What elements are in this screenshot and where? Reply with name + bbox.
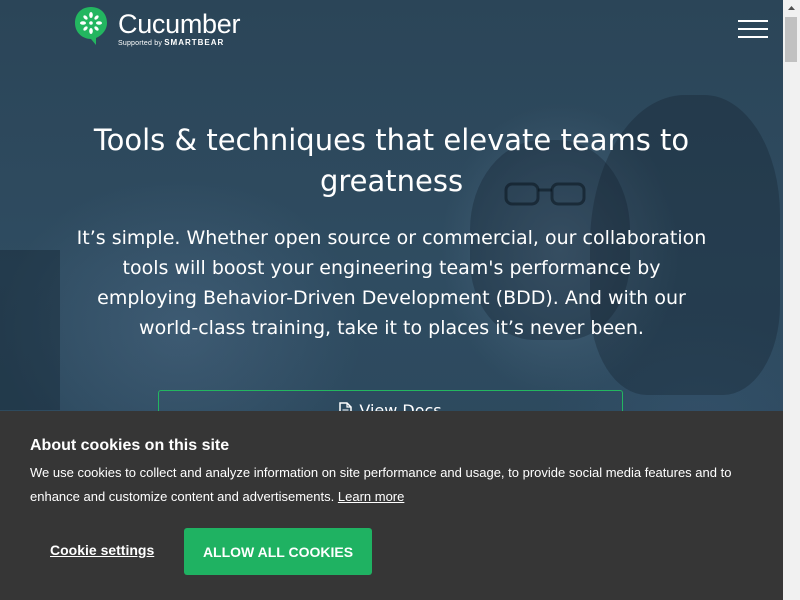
learn-more-link[interactable]: Learn more bbox=[338, 489, 404, 504]
logo-wordmark: Cucumber Supported by SMARTBEAR bbox=[118, 6, 240, 47]
allow-all-cookies-button[interactable]: ALLOW ALL COOKIES bbox=[184, 528, 372, 575]
cookie-settings-link[interactable]: Cookie settings bbox=[50, 542, 154, 558]
cookie-banner-text: We use cookies to collect and analyze in… bbox=[30, 461, 750, 509]
hamburger-menu-icon[interactable] bbox=[738, 20, 768, 40]
cookie-banner: About cookies on this site We use cookie… bbox=[0, 411, 783, 600]
hero-headline: Tools & techniques that elevate teams to… bbox=[93, 123, 690, 198]
supported-by-label: Supported by bbox=[118, 40, 163, 47]
scrollbar-thumb[interactable] bbox=[785, 17, 797, 62]
cookie-banner-title: About cookies on this site bbox=[30, 437, 230, 454]
scroll-up-arrow-icon[interactable] bbox=[783, 0, 800, 17]
cucumber-logo-icon bbox=[75, 7, 107, 45]
background-photo-detail bbox=[0, 250, 60, 410]
partner-name: SMARTBEAR bbox=[164, 38, 225, 47]
brand-name: Cucumber bbox=[118, 9, 241, 39]
site-logo[interactable]: Cucumber Supported by SMARTBEAR bbox=[74, 6, 240, 50]
hero-lead-text: It’s simple. Whether open source or comm… bbox=[76, 227, 707, 339]
brand-tagline: Supported by SMARTBEAR bbox=[118, 38, 240, 48]
page-scrollbar[interactable] bbox=[783, 0, 800, 600]
